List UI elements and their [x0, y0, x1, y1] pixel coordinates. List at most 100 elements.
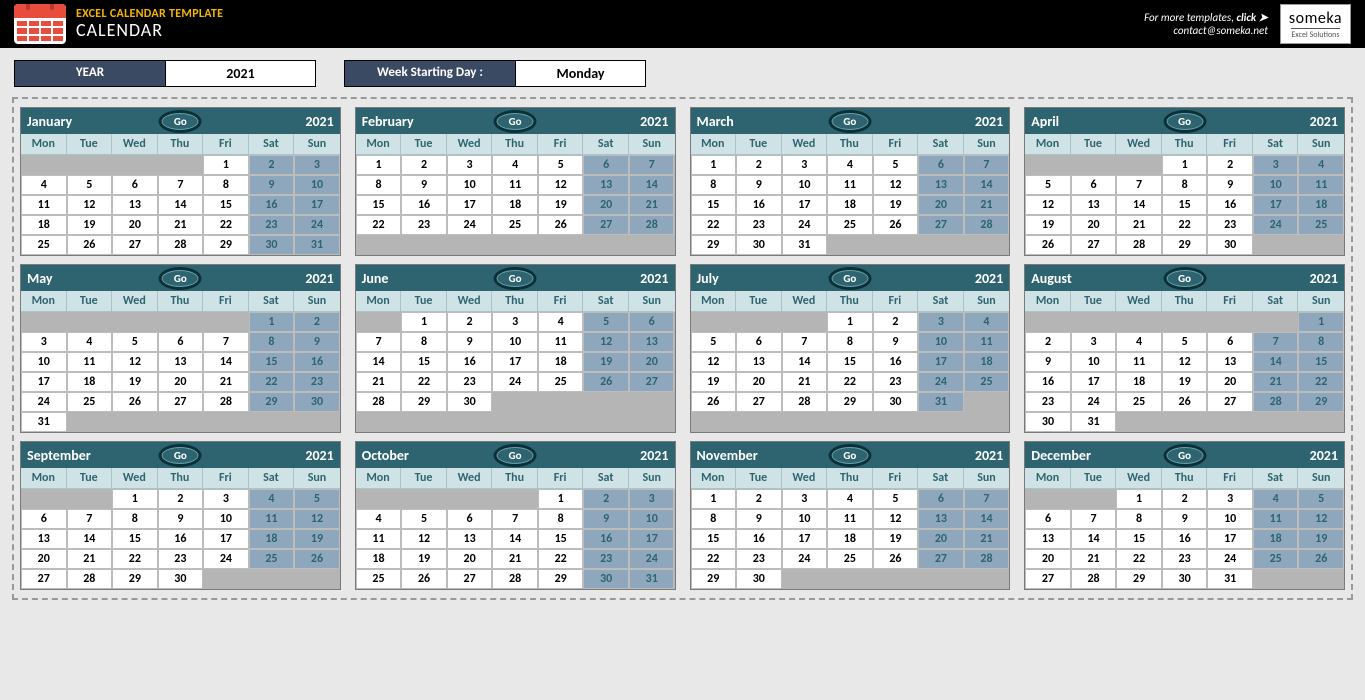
- day-grid: 1234567891011121314151617181920212223242…: [356, 489, 675, 589]
- dow-label: Fri: [203, 134, 249, 155]
- go-button[interactable]: Go: [1163, 267, 1206, 290]
- day-cell: 18: [538, 352, 584, 372]
- month-header: OctoberGo2021: [356, 442, 675, 468]
- day-grid: 1234567891011121314151617181920212223242…: [1025, 489, 1344, 589]
- dow-label: Wed: [447, 291, 493, 312]
- day-cell: 30: [1025, 412, 1071, 432]
- day-cell: 3: [1071, 332, 1117, 352]
- day-cell: 3: [918, 312, 964, 332]
- blank-cell: [21, 312, 67, 332]
- go-button[interactable]: Go: [494, 267, 537, 290]
- day-cell: 17: [447, 195, 493, 215]
- dow-label: Thu: [1162, 468, 1208, 489]
- day-cell: 15: [691, 195, 737, 215]
- day-cell: 24: [1071, 392, 1117, 412]
- blank-cell: [294, 412, 340, 432]
- day-cell: 11: [538, 332, 584, 352]
- day-cell: 9: [1025, 352, 1071, 372]
- go-button[interactable]: Go: [494, 110, 537, 133]
- dow-row: MonTueWedThuFriSatSun: [356, 468, 675, 489]
- day-cell: 27: [112, 235, 158, 255]
- day-cell: 2: [736, 155, 782, 175]
- day-cell: 20: [629, 352, 675, 372]
- day-cell: 23: [873, 372, 919, 392]
- day-cell: 23: [1025, 392, 1071, 412]
- day-cell: 31: [918, 392, 964, 412]
- day-cell: 28: [629, 215, 675, 235]
- dow-label: Tue: [401, 468, 447, 489]
- month-year: 2021: [640, 113, 668, 130]
- blank-cell: [691, 312, 737, 332]
- dow-label: Tue: [736, 291, 782, 312]
- day-cell: 13: [918, 509, 964, 529]
- dow-label: Mon: [691, 468, 737, 489]
- go-button[interactable]: Go: [1163, 110, 1206, 133]
- month-name: November: [697, 447, 758, 464]
- day-cell: 15: [1162, 195, 1208, 215]
- week-start-value[interactable]: Monday: [515, 61, 645, 86]
- day-cell: 3: [21, 332, 67, 352]
- day-cell: 29: [1298, 392, 1344, 412]
- day-cell: 4: [538, 312, 584, 332]
- dow-label: Mon: [691, 291, 737, 312]
- day-cell: 5: [67, 175, 113, 195]
- dow-label: Tue: [736, 468, 782, 489]
- day-cell: 25: [67, 392, 113, 412]
- day-cell: 16: [736, 529, 782, 549]
- day-cell: 13: [158, 352, 204, 372]
- day-cell: 20: [583, 195, 629, 215]
- day-cell: 16: [158, 529, 204, 549]
- day-cell: 1: [1162, 155, 1208, 175]
- day-cell: 17: [782, 529, 828, 549]
- blank-cell: [782, 312, 828, 332]
- day-cell: 7: [203, 332, 249, 352]
- go-button[interactable]: Go: [159, 444, 202, 467]
- blank-cell: [1298, 569, 1344, 589]
- dow-row: MonTueWedThuFriSatSun: [1025, 134, 1344, 155]
- dow-label: Mon: [21, 468, 67, 489]
- day-cell: 16: [736, 195, 782, 215]
- dow-label: Wed: [112, 468, 158, 489]
- month-header: MarchGo2021: [691, 108, 1010, 134]
- go-button[interactable]: Go: [159, 110, 202, 133]
- day-cell: 14: [1071, 529, 1117, 549]
- day-cell: 4: [827, 489, 873, 509]
- day-cell: 15: [827, 352, 873, 372]
- day-cell: 18: [1298, 195, 1344, 215]
- month-january: JanuaryGo2021MonTueWedThuFriSatSun123456…: [20, 107, 341, 256]
- day-cell: 17: [294, 195, 340, 215]
- month-april: AprilGo2021MonTueWedThuFriSatSun12345678…: [1024, 107, 1345, 256]
- day-cell: 26: [294, 549, 340, 569]
- day-cell: 18: [827, 529, 873, 549]
- day-cell: 24: [21, 392, 67, 412]
- go-button[interactable]: Go: [828, 110, 871, 133]
- year-value[interactable]: 2021: [165, 61, 315, 86]
- go-button[interactable]: Go: [159, 267, 202, 290]
- dow-label: Sun: [629, 134, 675, 155]
- day-cell: 5: [583, 312, 629, 332]
- day-cell: 11: [492, 175, 538, 195]
- day-cell: 4: [1298, 155, 1344, 175]
- blank-cell: [1071, 489, 1117, 509]
- day-cell: 31: [1071, 412, 1117, 432]
- dow-label: Wed: [1116, 134, 1162, 155]
- day-cell: 29: [112, 569, 158, 589]
- day-cell: 12: [112, 352, 158, 372]
- go-button[interactable]: Go: [494, 444, 537, 467]
- go-button[interactable]: Go: [1163, 444, 1206, 467]
- day-cell: 27: [1207, 392, 1253, 412]
- day-cell: 9: [294, 332, 340, 352]
- day-cell: 1: [538, 489, 584, 509]
- day-cell: 13: [21, 529, 67, 549]
- day-cell: 19: [691, 372, 737, 392]
- someka-logo[interactable]: someka Excel Solutions: [1280, 4, 1351, 44]
- day-cell: 8: [249, 332, 295, 352]
- day-cell: 9: [401, 175, 447, 195]
- go-button[interactable]: Go: [828, 267, 871, 290]
- day-cell: 24: [782, 549, 828, 569]
- day-cell: 7: [964, 489, 1010, 509]
- go-button[interactable]: Go: [828, 444, 871, 467]
- day-cell: 26: [1162, 392, 1208, 412]
- day-cell: 15: [538, 529, 584, 549]
- day-cell: 22: [691, 215, 737, 235]
